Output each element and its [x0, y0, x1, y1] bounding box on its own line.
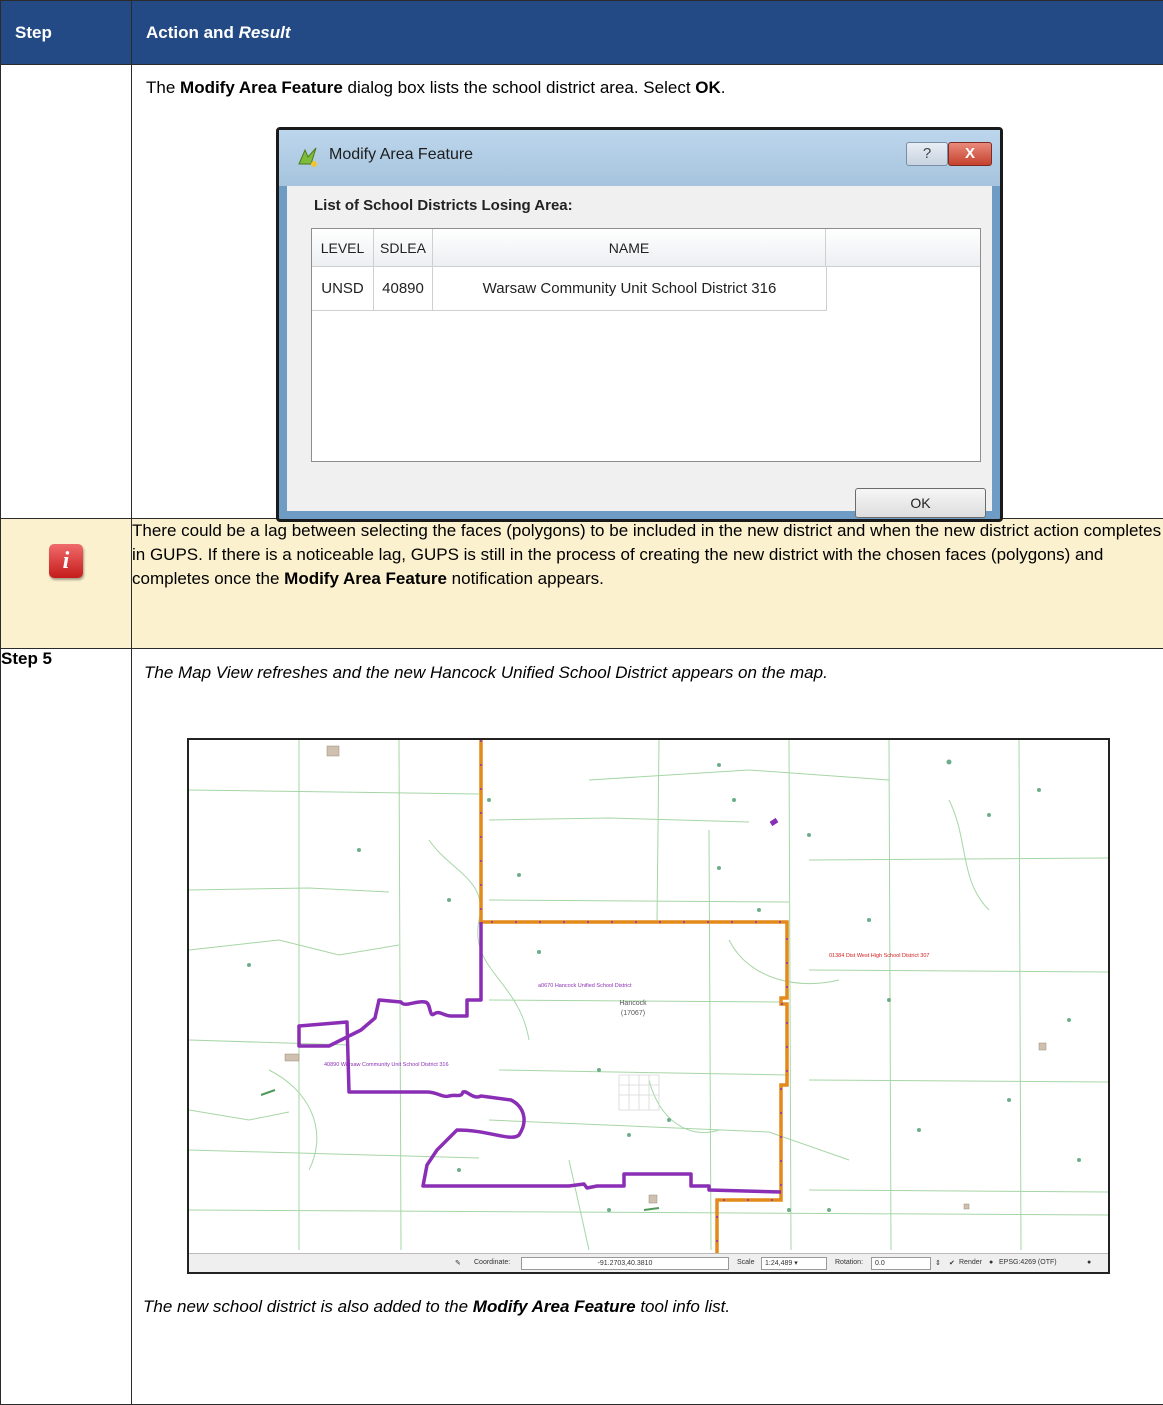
coordinate-icon[interactable]: ✎	[455, 1259, 461, 1267]
info-icon: i	[49, 544, 83, 578]
step-label: Step 5	[1, 649, 132, 1405]
hancock-district-label: a0670 Hancock Unified School District	[538, 983, 632, 989]
dialog-body: List of School Districts Losing Area: LE…	[287, 186, 992, 511]
action-column-header: Action and Result	[132, 1, 1163, 65]
warsaw-district-label: 40890 Warsaw Community Unit School Distr…	[324, 1062, 449, 1068]
step-column-header: Step	[1, 1, 132, 65]
note-icon-cell: i	[1, 519, 132, 649]
table-row[interactable]: UNSD 40890 Warsaw Community Unit School …	[312, 267, 827, 311]
dialog-title: Modify Area Feature	[329, 146, 473, 164]
close-button[interactable]: X	[948, 142, 992, 166]
county-code-label: (17067)	[621, 1010, 645, 1017]
table-header: Step Action and Result	[1, 1, 1163, 65]
messages-icon[interactable]: ●	[1087, 1259, 1091, 1266]
scale-label: Scale	[737, 1259, 755, 1266]
rotation-spin-icon[interactable]: ⇕	[935, 1259, 941, 1267]
scale-select[interactable]: 1:24,489 ▾	[761, 1257, 827, 1270]
coordinate-input[interactable]: -91.2703,40.3810	[521, 1257, 729, 1270]
qgis-icon	[295, 144, 321, 170]
district-fragment	[771, 820, 777, 824]
chevron-down-icon: ▾	[794, 1260, 798, 1267]
render-checkbox[interactable]: ✔	[949, 1259, 955, 1267]
step-cell-empty	[1, 65, 132, 519]
note-row: i There could be a lag between selecting…	[1, 519, 1163, 649]
district-table: LEVEL SDLEA NAME UNSD 40890 Warsaw Commu…	[311, 228, 981, 462]
render-label: Render	[959, 1259, 982, 1266]
ok-button[interactable]: OK	[855, 488, 986, 518]
cell-sdlea: 40890	[374, 267, 433, 311]
hancock-district-boundary	[299, 922, 781, 1192]
map-view[interactable]: a0670 Hancock Unified School District Ha…	[187, 738, 1110, 1274]
globe-icon: ●	[989, 1259, 993, 1266]
map-statusbar: ✎ Coordinate: -91.2703,40.3810 Scale 1:2…	[189, 1253, 1108, 1272]
column-header-level[interactable]: LEVEL	[312, 229, 374, 267]
list-label: List of School Districts Losing Area:	[314, 197, 573, 214]
district-boundary-overlay	[481, 740, 787, 1254]
rotation-label: Rotation:	[835, 1259, 863, 1266]
dialog-titlebar: Modify Area Feature ? X	[279, 130, 1000, 186]
note-text: There could be a lag between selecting t…	[132, 519, 1163, 649]
dist307-label: 01384 Dist West High School District 307	[829, 953, 929, 959]
district-table-header: LEVEL SDLEA NAME	[312, 229, 980, 267]
modify-area-feature-dialog: Modify Area Feature ? X List of School D…	[276, 127, 1003, 522]
column-header-sdlea[interactable]: SDLEA	[374, 229, 433, 267]
crs-button[interactable]: EPSG:4269 (OTF)	[999, 1259, 1057, 1266]
coordinate-label: Coordinate:	[474, 1259, 510, 1266]
cell-level: UNSD	[312, 267, 374, 311]
cell-name: Warsaw Community Unit School District 31…	[433, 267, 827, 311]
county-label: Hancock	[619, 1000, 647, 1007]
column-header-name[interactable]: NAME	[433, 229, 826, 267]
bottom-note: The new school district is also added to…	[143, 1297, 730, 1317]
map-canvas[interactable]: a0670 Hancock Unified School District Ha…	[189, 740, 1108, 1254]
help-button[interactable]: ?	[906, 142, 948, 166]
county-boundary	[481, 740, 787, 1254]
rotation-input[interactable]: 0.0	[871, 1257, 931, 1270]
